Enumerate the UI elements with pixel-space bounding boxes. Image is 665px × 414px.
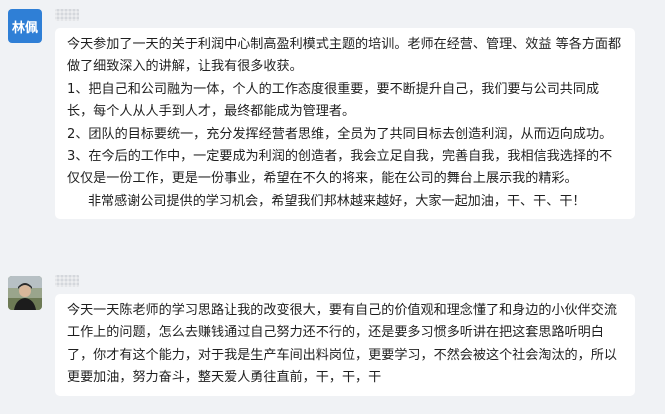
message-paragraph: 1、把自己和公司融为一体，个人的工作态度很重要，要不断提升自己，我们要与公司共同… [67,81,600,120]
avatar[interactable] [8,276,42,310]
avatar-label: 林佩 [11,20,38,36]
person-photo-icon [8,276,42,310]
message-paragraph: 非常感谢公司提供的学习机会，希望我们邦林越来越好，大家一起加油，干、干、干！ [87,193,586,209]
message-bubble[interactable]: 今天参加了一天的关于利润中心制高盈利模式主题的培训。老师在经营、管理、效益 等各… [55,28,635,220]
message-paragraph: 3、在今后的工作中，一定要成为利润的创造者，我会立足自我，完善自我，我相信我选择… [67,149,613,187]
sender-name [55,275,79,287]
message-paragraph: 今天参加了一天的关于利润中心制高盈利模式主题的培训。老师在经营、管理、效益 等各… [67,37,622,75]
sender-name [55,9,79,21]
message-paragraph: 今天一天陈老师的学习思路让我的改变很大，要有自己的价值观和理念懂了和身边的小伙伴… [67,303,617,386]
message-bubble[interactable]: 今天一天陈老师的学习思路让我的改变很大，要有自己的价值观和理念懂了和身边的小伙伴… [55,294,635,396]
avatar[interactable]: 林佩 [8,9,42,43]
message-paragraph: 2、团队的目标要统一，充分发挥经营者思维，全员为了共同目标去创造利润，从而迈向成… [67,126,613,142]
